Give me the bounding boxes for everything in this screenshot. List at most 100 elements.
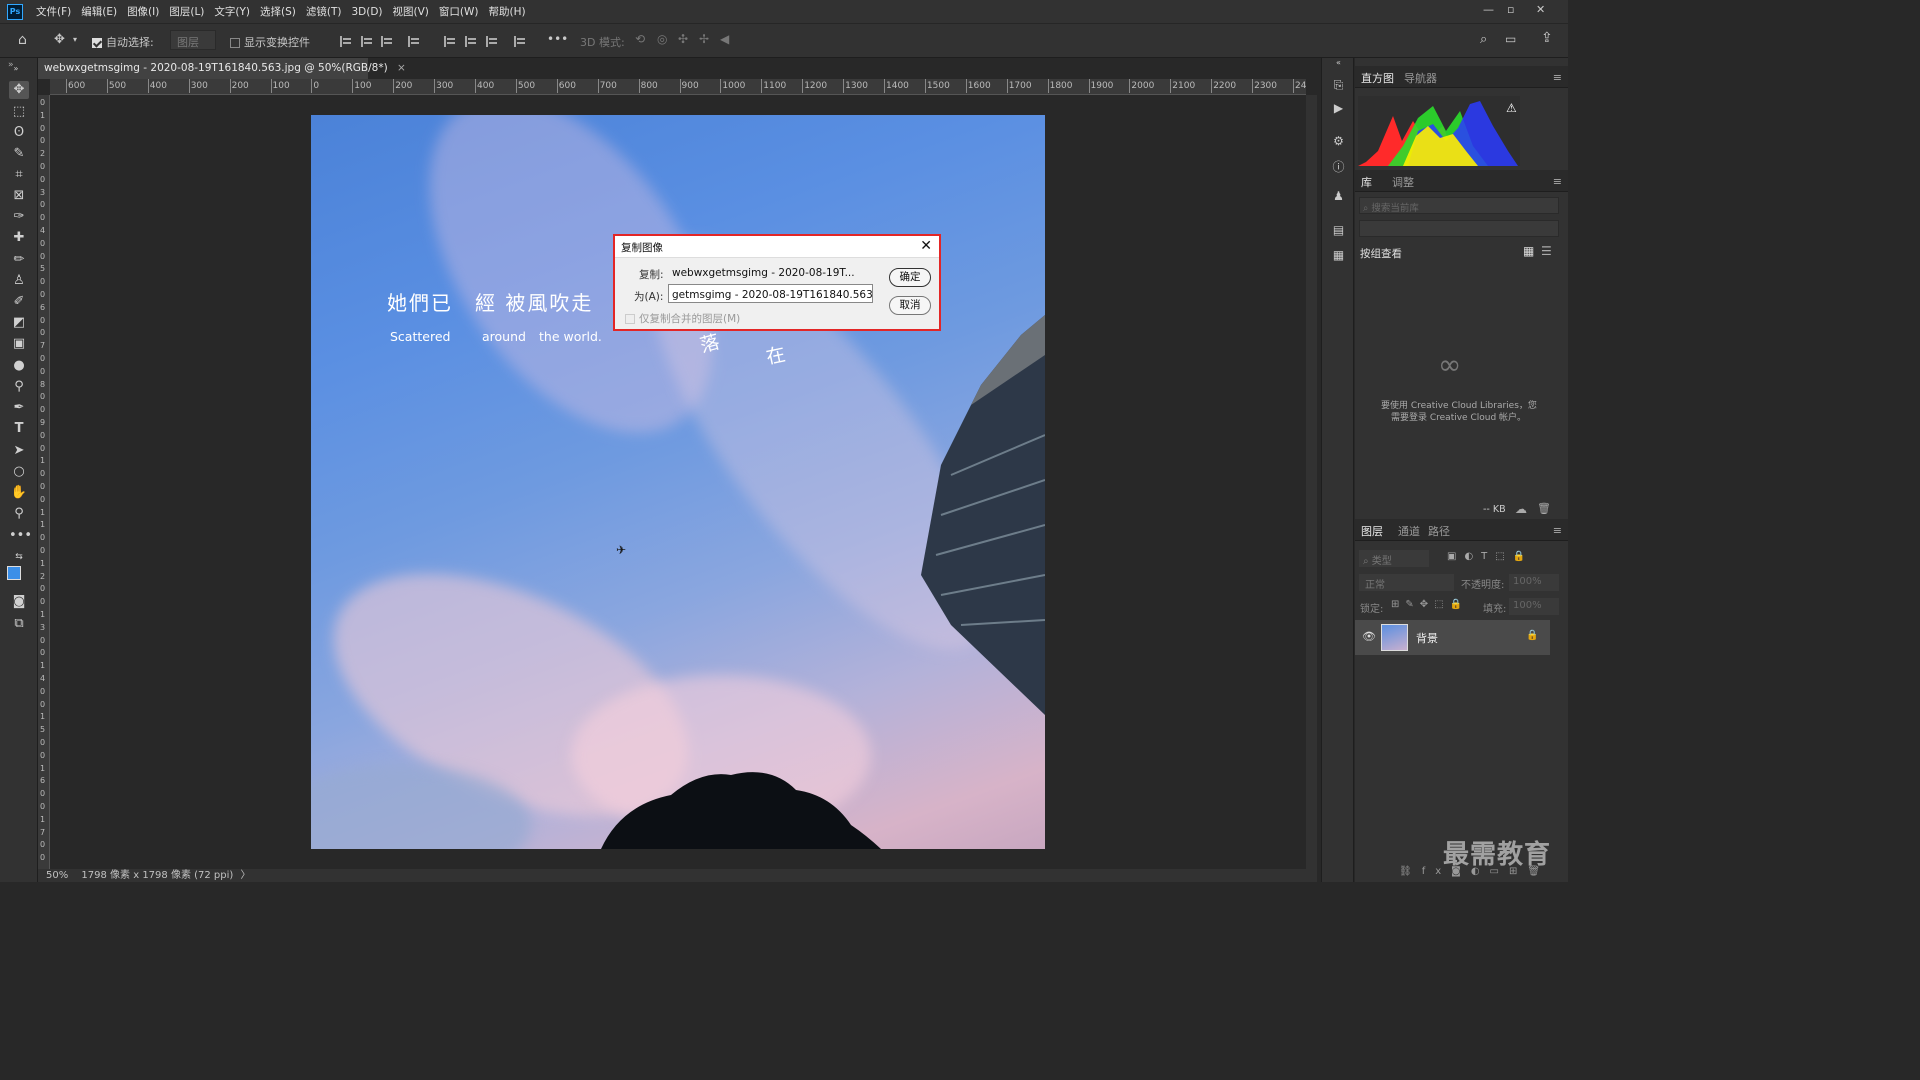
move-tool-icon[interactable]: ✥ [54,32,65,47]
tab-channels[interactable]: 通道 [1398,523,1420,539]
library-select-dropdown[interactable] [1359,220,1559,237]
tab-histogram[interactable]: 直方图 [1361,70,1394,86]
workspace-icon[interactable]: ▭ [1505,32,1516,46]
library-search-input[interactable]: ⌕ 搜索当前库 [1359,197,1559,214]
menu-3d[interactable]: 3D(D) [346,6,387,18]
duplicate-name-input[interactable]: getmsgimg - 2020-08-19T161840.563 拷贝 [668,284,873,303]
layer-name[interactable]: 背景 [1416,630,1438,646]
expand-panel-icon[interactable]: » [8,60,14,70]
menu-filter[interactable]: 滤镜(T) [301,4,347,19]
home-icon[interactable]: ⌂ [18,32,27,48]
fill-input[interactable]: 100% [1509,598,1559,615]
menu-help[interactable]: 帮助(H) [484,4,531,19]
info-icon[interactable]: ⓘ [1331,158,1346,174]
auto-select-target-dropdown[interactable]: 图层 [170,30,216,50]
document-tab[interactable]: webwxgetmsgimg - 2020-08-19T161840.563.j… [38,58,406,79]
layer-filter-icons[interactable]: ▣◐T⬚🔒 [1447,551,1533,562]
hand-tool-icon[interactable]: ✋ [9,484,29,502]
ellipse-tool-icon[interactable]: ○ [9,463,29,481]
notes-icon[interactable]: ▦ [1331,248,1346,262]
align-middle-icon[interactable] [465,36,477,47]
distribute-icon[interactable] [408,36,420,47]
tab-navigator[interactable]: 导航器 [1404,70,1437,86]
grid-view-icon[interactable]: ▦ [1523,244,1534,258]
cancel-button[interactable]: 取消 [889,296,931,315]
gradient-tool-icon[interactable]: ▣ [9,335,29,353]
pen-tool-icon[interactable]: ✒ [9,399,29,417]
marquee-tool-icon[interactable]: ⬚ [9,103,29,121]
show-transform-checkbox[interactable]: 显示变换控件 [230,34,310,50]
zoom-level[interactable]: 50% [46,870,68,881]
share-icon[interactable]: ⇪ [1541,30,1553,46]
layer-filter-dropdown[interactable]: ⌕ 类型 [1359,550,1429,567]
blur-tool-icon[interactable]: ● [9,357,29,375]
ok-button[interactable]: 确定 [889,268,931,287]
paragraph-icon[interactable]: ▤ [1331,223,1346,237]
lasso-tool-icon[interactable]: ʘ [9,124,29,142]
menu-image[interactable]: 图像(I) [122,4,164,19]
screen-mode-icon[interactable]: ⧉ [9,615,29,633]
maximize-button[interactable]: ▫ [1507,3,1514,16]
eraser-tool-icon[interactable]: ◩ [9,314,29,332]
menu-edit[interactable]: 编辑(E) [76,4,122,19]
3d-orbit-icon[interactable]: ⟲ [635,32,645,46]
type-tool-icon[interactable]: T [9,420,29,438]
merged-layers-checkbox[interactable]: 仅复制合并的图层(M) [625,311,740,326]
character-icon[interactable]: ♟ [1331,189,1346,203]
foreground-color-swatch[interactable] [7,566,21,580]
minimize-button[interactable]: — [1483,3,1494,16]
status-menu-arrow-icon[interactable]: 〉 [241,870,251,881]
dialog-close-icon[interactable]: ✕ [920,238,932,254]
close-window-button[interactable]: ✕ [1536,3,1545,16]
align-center-icon[interactable] [361,36,373,47]
properties-icon[interactable]: ⚙ [1331,134,1346,148]
list-view-icon[interactable]: ☰ [1541,244,1552,258]
quick-mask-icon[interactable]: ◙ [9,593,29,611]
menu-file[interactable]: 文件(F) [31,4,76,19]
dodge-tool-icon[interactable]: ⚲ [9,378,29,396]
crop-tool-icon[interactable]: ⌗ [9,166,29,184]
path-selection-tool-icon[interactable]: ➤ [9,442,29,460]
3d-slide-icon[interactable]: ✢ [699,32,709,46]
tab-adjustments[interactable]: 调整 [1392,174,1414,190]
search-icon[interactable]: ⌕ [1480,32,1487,47]
3d-pan-icon[interactable]: ✣ [678,32,688,46]
menu-window[interactable]: 窗口(W) [434,4,484,19]
align-right-icon[interactable] [381,36,393,47]
tab-libraries[interactable]: 库 [1361,174,1372,190]
more-options-button[interactable]: ••• [547,32,568,46]
align-top-icon[interactable] [444,36,456,47]
frame-tool-icon[interactable]: ⊠ [9,187,29,205]
cloud-sync-icon[interactable]: ☁ [1515,502,1527,516]
lock-icons[interactable]: ⊞✎✥⬚🔒 [1391,599,1468,610]
3d-roll-icon[interactable]: ◎ [657,32,667,46]
healing-brush-tool-icon[interactable]: ✚ [9,229,29,247]
canvas-area[interactable]: ✈ 她們已 經 被風吹走 Scattered around the world.… [51,96,1306,869]
move-tool-icon[interactable]: ✥ [9,81,29,99]
library-panel-menu-icon[interactable]: ≡ [1553,175,1562,188]
layer-visibility-eye-icon[interactable]: 👁 [1362,630,1376,643]
opacity-input[interactable]: 100% [1509,574,1559,591]
magic-wand-tool-icon[interactable]: ✎ [9,145,29,163]
menu-view[interactable]: 视图(V) [388,4,434,19]
document-tab-close-icon[interactable]: × [397,62,406,74]
layers-panel-menu-icon[interactable]: ≡ [1553,524,1562,537]
group-view-dropdown[interactable]: 按组查看 [1360,246,1402,261]
tab-paths[interactable]: 路径 [1428,523,1450,539]
brush-tool-icon[interactable]: ✏ [9,251,29,269]
history-brush-tool-icon[interactable]: ✐ [9,293,29,311]
actions-play-icon[interactable]: ▶ [1331,101,1346,115]
zoom-tool-icon[interactable]: ⚲ [9,505,29,523]
collapse-panels-icon[interactable]: « [1331,58,1346,72]
panel-menu-icon[interactable]: ≡ [1553,71,1562,84]
align-left-icon[interactable] [340,36,352,47]
auto-select-checkbox[interactable]: 自动选择: [92,34,154,50]
delete-library-icon[interactable]: 🗑 [1537,502,1551,515]
tool-preset-chevron-icon[interactable]: ▾ [73,35,77,44]
blend-mode-dropdown[interactable]: 正常 [1359,574,1454,591]
3d-scale-icon[interactable]: ◀ [720,32,729,46]
align-bottom-icon[interactable] [486,36,498,47]
edit-toolbar-icon[interactable]: ••• [9,527,32,545]
menu-type[interactable]: 文字(Y) [209,4,255,19]
vertical-scrollbar[interactable] [1306,95,1317,869]
